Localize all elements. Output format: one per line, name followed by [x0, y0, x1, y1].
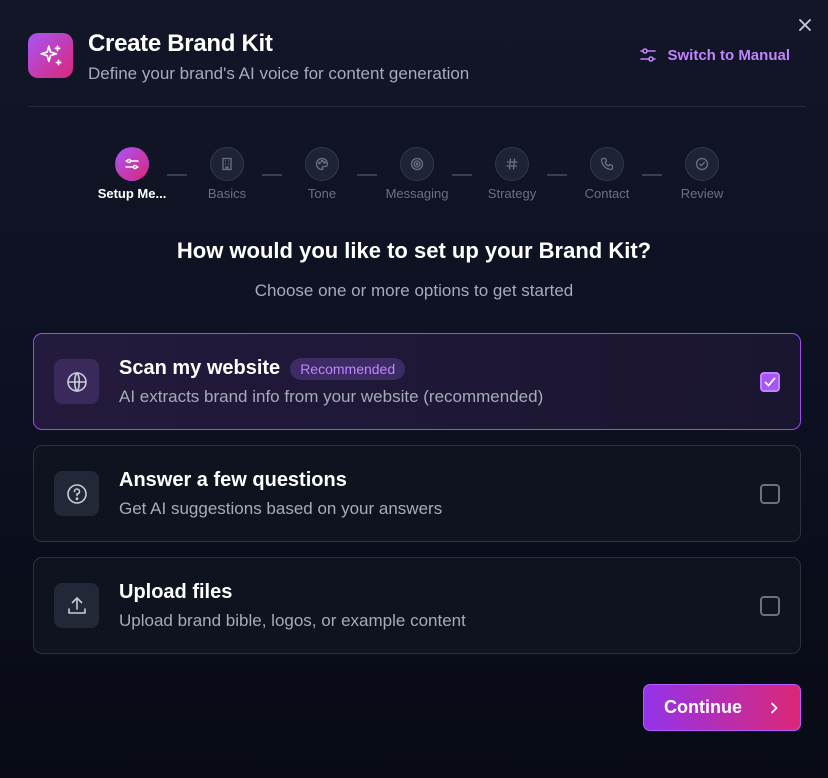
sparkles-icon: [39, 44, 62, 66]
step-connector: [547, 174, 567, 176]
option-checkbox[interactable]: [760, 596, 780, 616]
option-title: Scan my website: [119, 357, 281, 379]
step-circle: [400, 147, 434, 181]
step-circle: [590, 147, 624, 181]
option-icon-box: [54, 471, 99, 516]
dialog-header: Create Brand Kit Define your brand's AI …: [28, 30, 806, 90]
option-icon-box: [54, 583, 99, 628]
step-connector: [642, 174, 662, 176]
step-connector: [167, 174, 187, 176]
step-circle: [305, 147, 339, 181]
option-title-row: Upload files: [119, 581, 232, 604]
globe-icon: [66, 371, 87, 392]
continue-button[interactable]: Continue: [643, 684, 801, 731]
dialog-subtitle: Define your brand's AI voice for content…: [88, 64, 470, 83]
option-title-row: Scan my website Recommended: [119, 357, 406, 380]
building-icon: [222, 157, 232, 171]
chevron-right-icon: [771, 702, 778, 713]
recommended-badge: Recommended: [290, 357, 406, 380]
step-connector: [357, 174, 377, 176]
switch-to-manual-button[interactable]: Switch to Manual: [639, 46, 790, 64]
step-circle: [685, 147, 719, 181]
step-messaging[interactable]: Messaging: [372, 147, 462, 201]
question-circle-icon: [66, 483, 87, 504]
option-description: Upload brand bible, logos, or example co…: [119, 611, 466, 630]
option-title-row: Answer a few questions: [119, 469, 347, 492]
option-title: Upload files: [119, 581, 233, 603]
brand-kit-logo: [28, 33, 73, 78]
option-icon-box: [54, 359, 99, 404]
step-label: Strategy: [487, 186, 537, 201]
step-label: Contact: [584, 186, 630, 201]
step-strategy[interactable]: Strategy: [467, 147, 557, 201]
target-icon: [410, 157, 424, 171]
hash-icon: [506, 158, 518, 170]
option-checkbox[interactable]: [760, 372, 780, 392]
step-label: Review: [680, 186, 724, 201]
step-basics[interactable]: Basics: [182, 147, 272, 201]
option-description: AI extracts brand info from your website…: [119, 387, 544, 406]
option-description: Get AI suggestions based on your answers: [119, 499, 443, 518]
step-setup-method[interactable]: Setup Me...: [87, 147, 177, 201]
palette-icon: [315, 157, 329, 171]
option-checkbox[interactable]: [760, 484, 780, 504]
step-circle: [115, 147, 149, 181]
option-upload-files[interactable]: Upload files Upload brand bible, logos, …: [33, 557, 801, 654]
check-icon: [764, 377, 776, 387]
step-circle: [210, 147, 244, 181]
header-divider: [28, 106, 806, 107]
phone-icon: [600, 157, 614, 171]
progress-stepper: Setup Me... Basics Tone Messaging Strate…: [0, 147, 828, 203]
step-label: Setup Me...: [97, 186, 167, 201]
option-answer-questions[interactable]: Answer a few questions Get AI suggestion…: [33, 445, 801, 542]
step-label: Messaging: [385, 186, 449, 201]
step-review[interactable]: Review: [657, 147, 747, 201]
continue-label: Continue: [664, 697, 742, 717]
step-tone[interactable]: Tone: [277, 147, 367, 201]
check-circle-icon: [695, 157, 709, 171]
step-contact[interactable]: Contact: [562, 147, 652, 201]
switch-to-manual-label: Switch to Manual: [667, 46, 790, 64]
step-label: Tone: [307, 186, 337, 201]
step-connector: [262, 174, 282, 176]
sliders-icon: [125, 158, 139, 170]
step-circle: [495, 147, 529, 181]
sliders-icon: [640, 48, 657, 62]
setup-hint: Choose one or more options to get starte…: [254, 281, 574, 300]
step-label: Basics: [207, 186, 247, 201]
option-scan-website[interactable]: Scan my website Recommended AI extracts …: [33, 333, 801, 430]
upload-icon: [67, 596, 86, 614]
step-connector: [452, 174, 472, 176]
dialog-title: Create Brand Kit: [88, 30, 273, 57]
option-title: Answer a few questions: [119, 469, 347, 491]
setup-question: How would you like to set up your Brand …: [176, 238, 652, 263]
